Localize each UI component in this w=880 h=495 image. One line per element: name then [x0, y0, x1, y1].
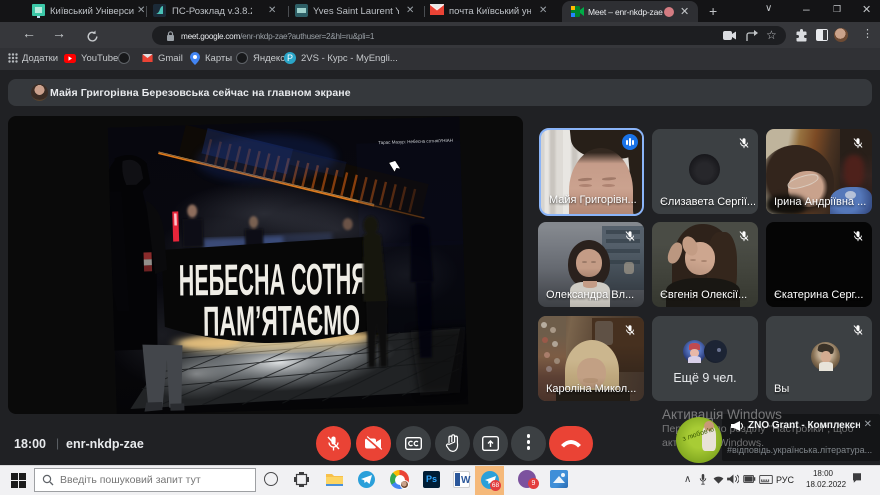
svg-text:ПАМ’ЯТАЄМО: ПАМ’ЯТАЄМО: [203, 296, 360, 344]
